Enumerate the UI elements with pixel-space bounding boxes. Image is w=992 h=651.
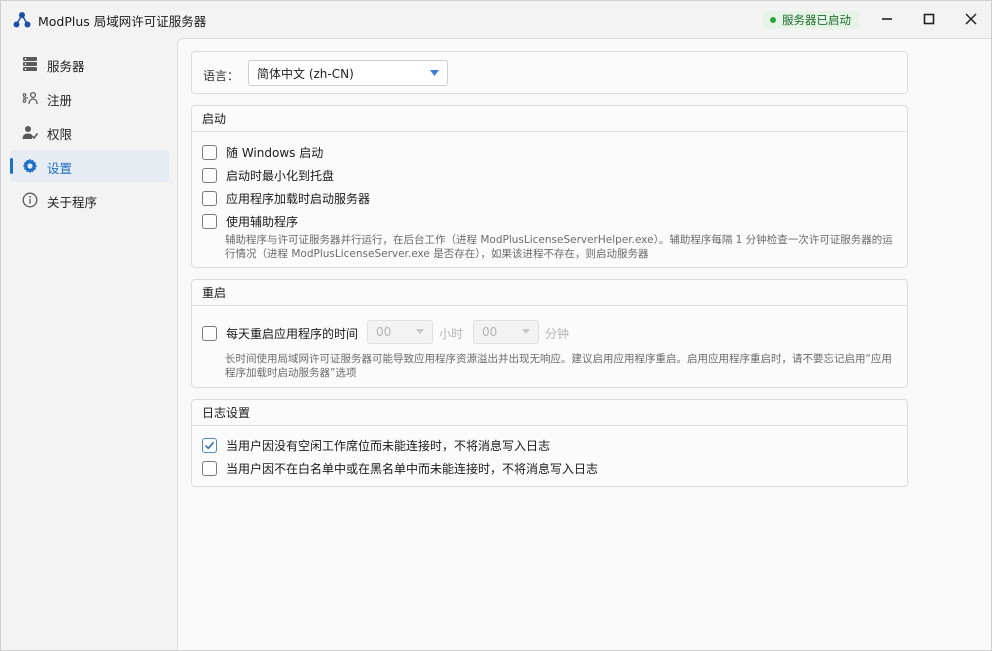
option-label: 启动时最小化到托盘 — [226, 169, 335, 183]
maximize-button[interactable] — [916, 7, 942, 31]
window-title: ModPlus 局域网许可证服务器 — [38, 14, 207, 29]
checkbox[interactable] — [202, 214, 217, 229]
restart-hours-select[interactable]: 00 — [367, 320, 433, 344]
option-label: 每天重启应用程序的时间 — [226, 327, 359, 341]
checkbox[interactable] — [202, 438, 217, 453]
sidebar-item-settings[interactable]: 设置 — [10, 150, 169, 182]
checkbox[interactable] — [202, 461, 217, 476]
permissions-icon — [22, 126, 38, 140]
maximize-icon — [923, 13, 935, 25]
server-status-text: 服务器已启动 — [782, 13, 851, 27]
restart-hours-value: 00 — [376, 325, 392, 339]
logging-option-whitelist-blacklist[interactable]: 当用户因不在白名单中或在黑名单中而未能连接时，不将消息写入日志 — [202, 460, 598, 477]
app-window: ModPlus 局域网许可证服务器 服务器已启动 服务器 注册 权限 设置 关于… — [0, 0, 992, 651]
close-button[interactable] — [958, 7, 984, 31]
option-label: 随 Windows 启动 — [226, 146, 324, 160]
chevron-down-icon — [430, 70, 439, 76]
hours-unit-label: 小时 — [439, 327, 464, 341]
app-logo-icon — [13, 12, 31, 28]
startup-card: 启动 随 Windows 启动 启动时最小化到托盘 应用程序加载时启动服务器 使… — [191, 105, 908, 268]
startup-option-windows[interactable]: 随 Windows 启动 — [202, 144, 323, 161]
minimize-button[interactable] — [874, 7, 900, 31]
settings-content: 语言： 简体中文 (zh-CN) 启动 随 Windows 启动 启动时最小化到… — [177, 38, 991, 650]
sidebar-item-label: 权限 — [47, 127, 73, 142]
register-icon — [22, 91, 38, 105]
restart-minutes-value: 00 — [482, 325, 498, 339]
startup-option-start-server-on-load[interactable]: 应用程序加载时启动服务器 — [202, 190, 370, 207]
language-select-value: 简体中文 (zh-CN) — [257, 66, 354, 81]
close-icon — [965, 13, 977, 25]
option-label: 当用户因不在白名单中或在黑名单中而未能连接时，不将消息写入日志 — [226, 462, 599, 476]
option-label: 使用辅助程序 — [226, 215, 299, 229]
restart-minutes-select[interactable]: 00 — [473, 320, 539, 344]
sidebar-item-server[interactable]: 服务器 — [10, 48, 169, 80]
option-label: 应用程序加载时启动服务器 — [226, 192, 371, 206]
checkbox[interactable] — [202, 168, 217, 183]
server-icon — [23, 57, 37, 71]
sidebar-item-permissions[interactable]: 权限 — [10, 116, 169, 148]
chevron-down-icon — [416, 329, 424, 334]
sidebar-item-label: 注册 — [47, 93, 73, 108]
checkbox[interactable] — [202, 191, 217, 206]
language-label: 语言： — [203, 69, 240, 83]
title-bar: ModPlus 局域网许可证服务器 服务器已启动 — [1, 1, 991, 38]
startup-option-use-helper[interactable]: 使用辅助程序 — [202, 213, 298, 230]
sidebar-item-label: 服务器 — [47, 59, 85, 74]
logging-card: 日志设置 当用户因没有空闲工作席位而未能连接时，不将消息写入日志 当用户因不在白… — [191, 399, 908, 487]
status-dot-icon — [770, 17, 776, 23]
startup-option-minimize-to-tray[interactable]: 启动时最小化到托盘 — [202, 167, 334, 184]
checkbox[interactable] — [202, 145, 217, 160]
checkmark-icon — [204, 441, 215, 450]
restart-header: 重启 — [192, 280, 907, 306]
info-icon — [22, 192, 38, 208]
gear-icon — [22, 158, 38, 174]
option-label: 当用户因没有空闲工作席位而未能连接时，不将消息写入日志 — [226, 439, 551, 453]
minutes-unit-label: 分钟 — [545, 327, 570, 341]
sidebar-item-label: 设置 — [47, 161, 73, 176]
logging-header: 日志设置 — [192, 400, 907, 426]
sidebar-item-label: 关于程序 — [47, 195, 98, 210]
helper-description: 辅助程序与许可证服务器并行运行，在后台工作（进程 ModPlusLicenseS… — [225, 234, 893, 260]
restart-option-daily[interactable]: 每天重启应用程序的时间 — [202, 325, 358, 342]
chevron-down-icon — [522, 329, 530, 334]
checkbox[interactable] — [202, 326, 217, 341]
language-select[interactable]: 简体中文 (zh-CN) — [248, 60, 448, 86]
sidebar-item-about[interactable]: 关于程序 — [10, 184, 169, 216]
server-status-badge: 服务器已启动 — [763, 11, 859, 29]
minimize-icon — [882, 18, 892, 20]
sidebar: 服务器 注册 权限 设置 关于程序 — [1, 38, 177, 650]
startup-header: 启动 — [192, 106, 907, 132]
sidebar-item-register[interactable]: 注册 — [10, 82, 169, 114]
restart-description: 长时间使用局域网许可证服务器可能导致应用程序资源溢出并出现无响应。建议启用应用程… — [225, 353, 892, 379]
restart-card: 重启 每天重启应用程序的时间 00 小时 00 分钟 长时间使用局域网许可证服务… — [191, 279, 908, 388]
logging-option-no-free-seats[interactable]: 当用户因没有空闲工作席位而未能连接时，不将消息写入日志 — [202, 437, 550, 454]
language-card: 语言： 简体中文 (zh-CN) — [191, 51, 908, 94]
